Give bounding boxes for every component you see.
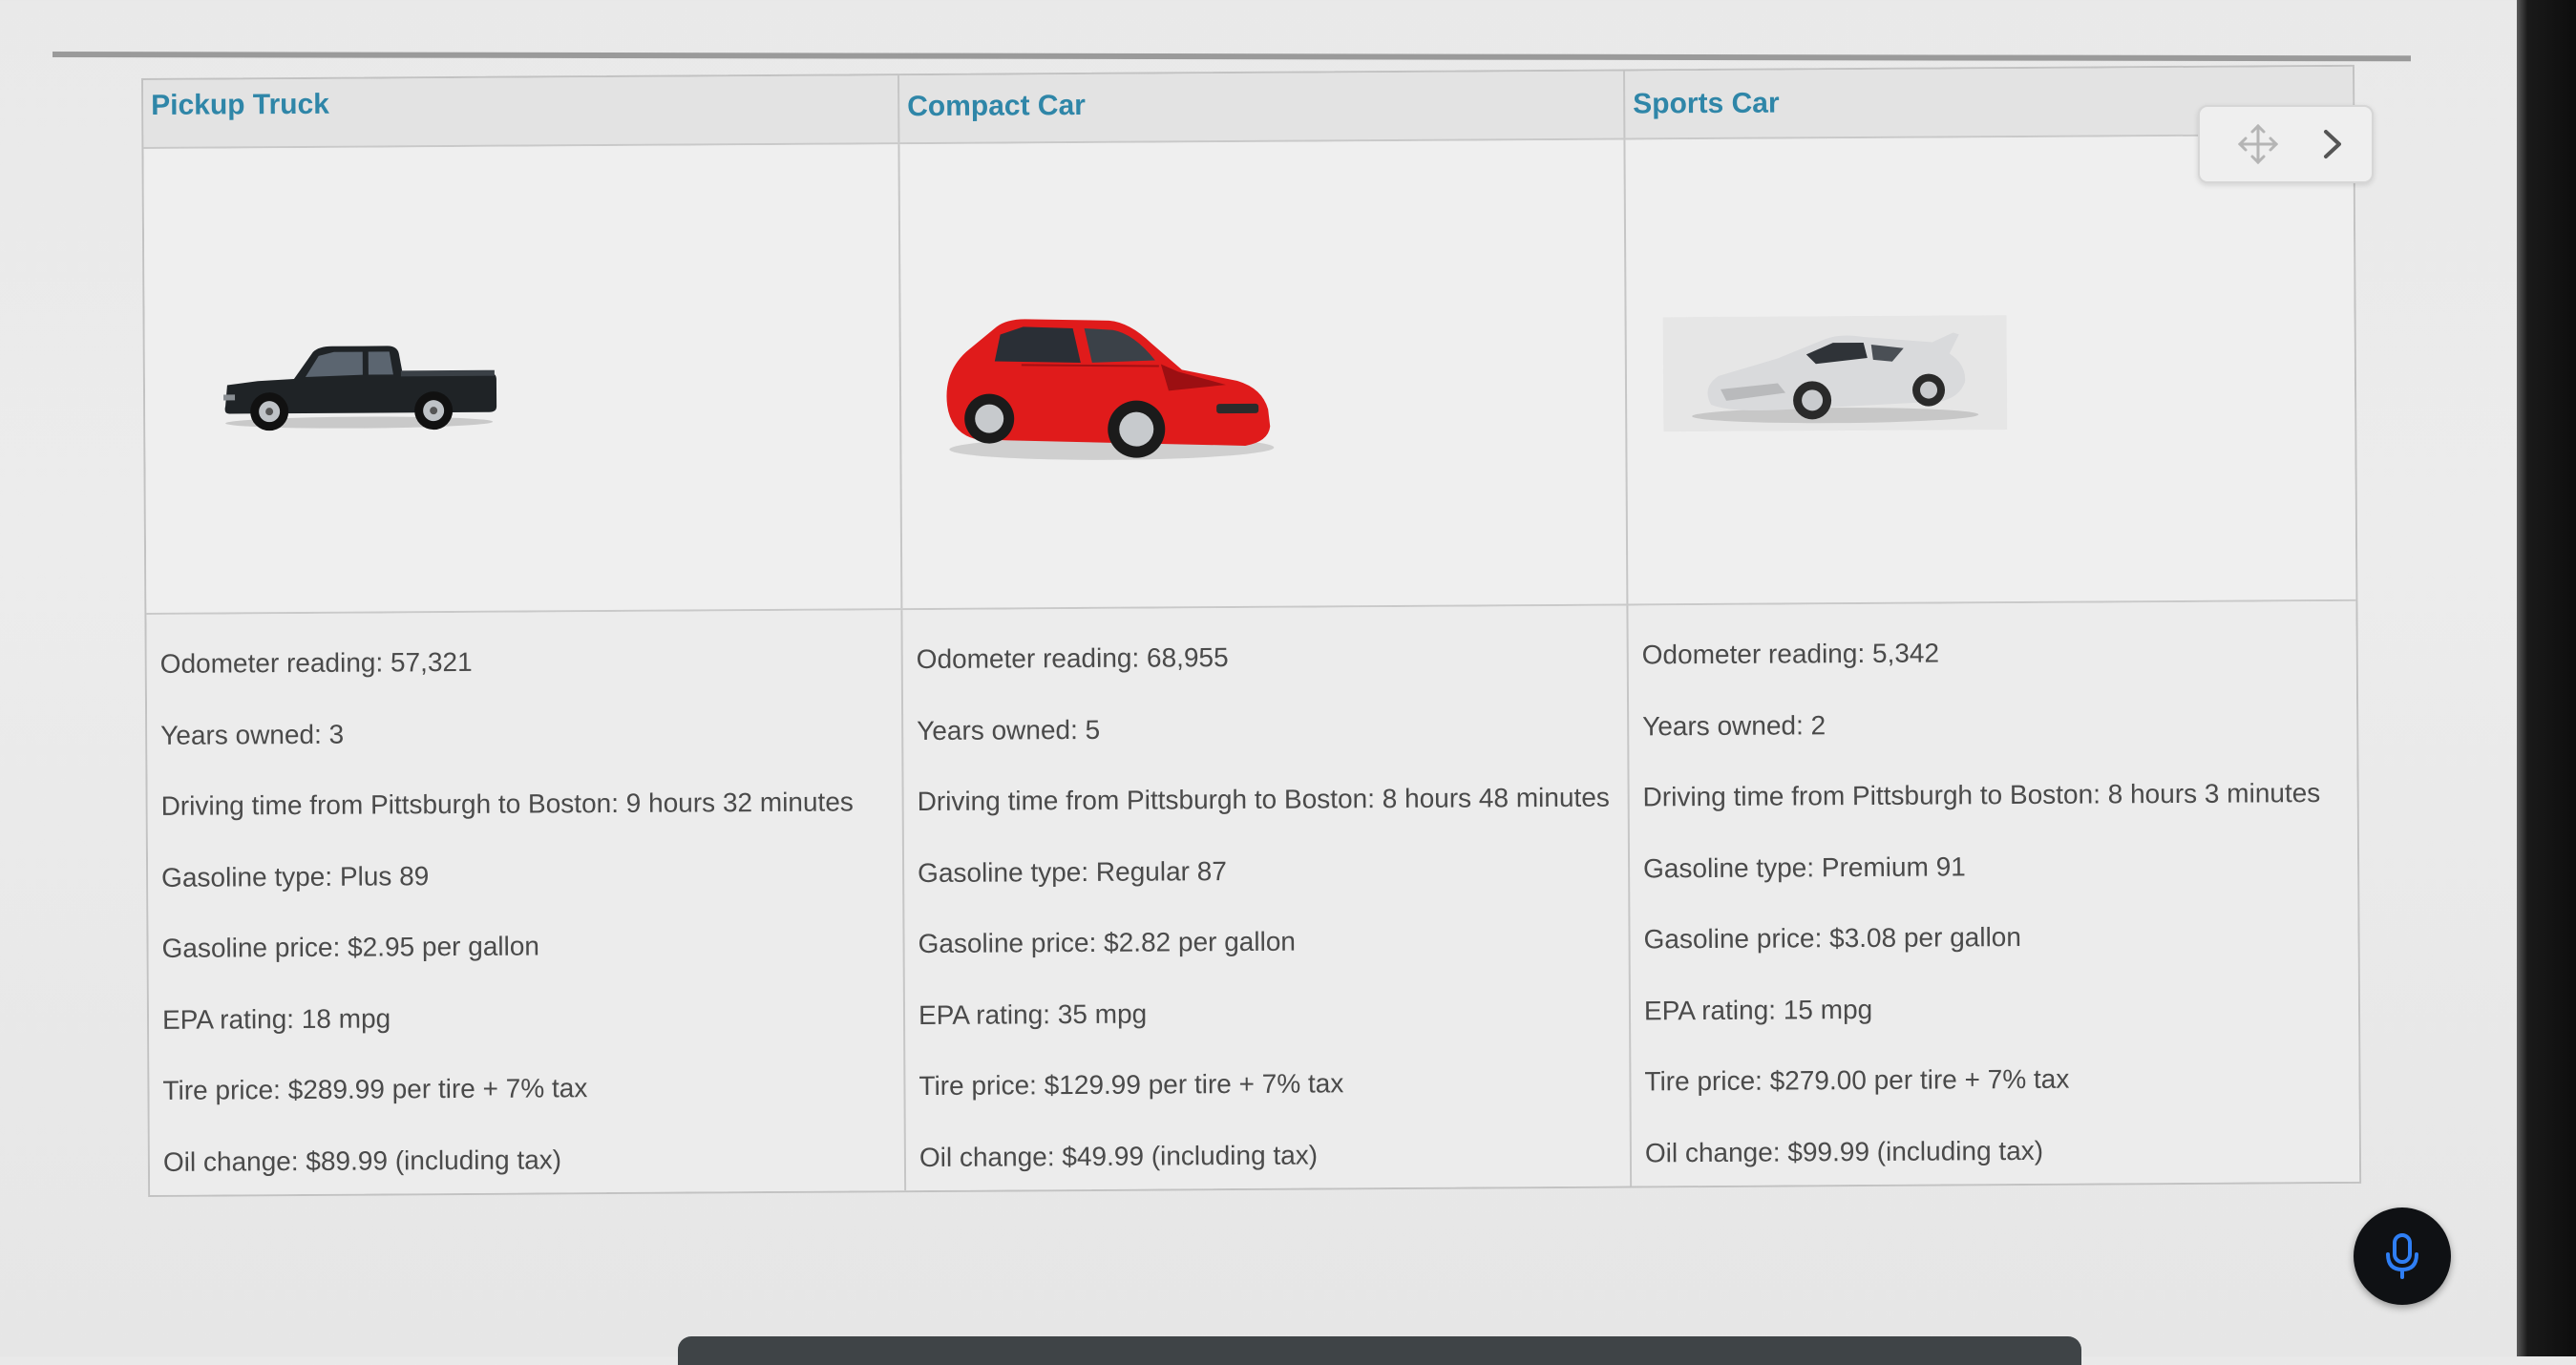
spec-gasoline-type: Gasoline type: Regular 87 [918,855,1227,888]
spec-list: Odometer reading: 68,955 Years owned: 5 … [917,640,1613,1213]
column-title: Pickup Truck [151,88,330,121]
screen-bezel [2517,0,2576,1356]
voice-input-button[interactable] [2354,1208,2451,1305]
spec-years-owned: Years owned: 5 [917,714,1101,746]
spec-epa-rating: EPA rating: 18 mpg [161,1002,391,1035]
spec-epa-rating: EPA rating: 15 mpg [1643,994,1873,1025]
spec-list: Odometer reading: 5,342 Years owned: 2 D… [1642,636,2323,1208]
spec-oil-change: Oil change: $89.99 (including tax) [162,1144,562,1177]
spec-years-owned: Years owned: 2 [1642,709,1826,741]
spec-odometer: Odometer reading: 57,321 [159,646,473,679]
microphone-icon [2386,1233,2418,1279]
spec-tire-price: Tire price: $279.00 per tire + 7% tax [1644,1063,2070,1097]
info-cell-pickup-truck: Odometer reading: 57,321 Years owned: 3 … [146,610,904,1195]
column-title: Sports Car [1633,87,1780,120]
pickup-truck-image [223,346,497,431]
spec-gasoline-type: Gasoline type: Premium 91 [1642,850,1966,883]
spec-tire-price: Tire price: $289.99 per tire + 7% tax [162,1073,588,1105]
table-info-row: Odometer reading: 57,321 Years owned: 3 … [146,600,2360,1195]
spec-gasoline-type: Gasoline type: Plus 89 [161,860,430,892]
spec-gasoline-price: Gasoline price: $2.82 per gallon [918,926,1297,959]
spec-oil-change: Oil change: $49.99 (including tax) [918,1139,1319,1172]
header-cell-pickup-truck: Pickup Truck [143,75,897,147]
spec-odometer: Odometer reading: 5,342 [1641,638,1940,670]
spec-years-owned: Years owned: 3 [160,719,345,750]
image-cell-sports-car [1623,135,2356,604]
spec-oil-change: Oil change: $99.99 (including tax) [1644,1135,2044,1167]
spec-epa-rating: EPA rating: 35 mpg [918,998,1148,1030]
spec-tire-price: Tire price: $129.99 per tire + 7% tax [918,1068,1344,1102]
image-cell-compact-car [897,139,1627,609]
spec-driving-time: Driving time from Pittsburgh to Boston: … [917,782,1610,817]
sports-car-image [1662,315,2008,432]
info-cell-sports-car: Odometer reading: 5,342 Years owned: 2 D… [1626,600,2360,1186]
vehicle-comparison-table: Pickup Truck Compact Car Sports Car Odom… [141,64,2362,1197]
spec-gasoline-price: Gasoline price: $3.08 per gallon [1643,921,2022,955]
top-divider [52,52,2411,62]
spec-driving-time: Driving time from Pittsburgh to Boston: … [1642,778,2321,812]
compact-car-image [946,319,1275,460]
spec-gasoline-price: Gasoline price: $2.95 per gallon [161,931,540,963]
chevron-right-icon[interactable] [2312,124,2353,164]
move-arrows-icon[interactable] [2236,122,2280,166]
column-title: Compact Car [907,89,1087,123]
spec-driving-time: Driving time from Pittsburgh to Boston: … [160,787,854,821]
image-cell-pickup-truck [143,144,900,613]
info-cell-compact-car: Odometer reading: 68,955 Years owned: 5 … [900,605,1631,1191]
table-nav-widget [2198,105,2374,183]
spec-odometer: Odometer reading: 68,955 [916,642,1229,675]
table-image-row [143,135,2356,615]
spec-list: Odometer reading: 57,321 Years owned: 3 … [160,644,856,1217]
bottom-dock-bar [678,1336,2081,1365]
header-cell-compact-car: Compact Car [897,71,1624,143]
